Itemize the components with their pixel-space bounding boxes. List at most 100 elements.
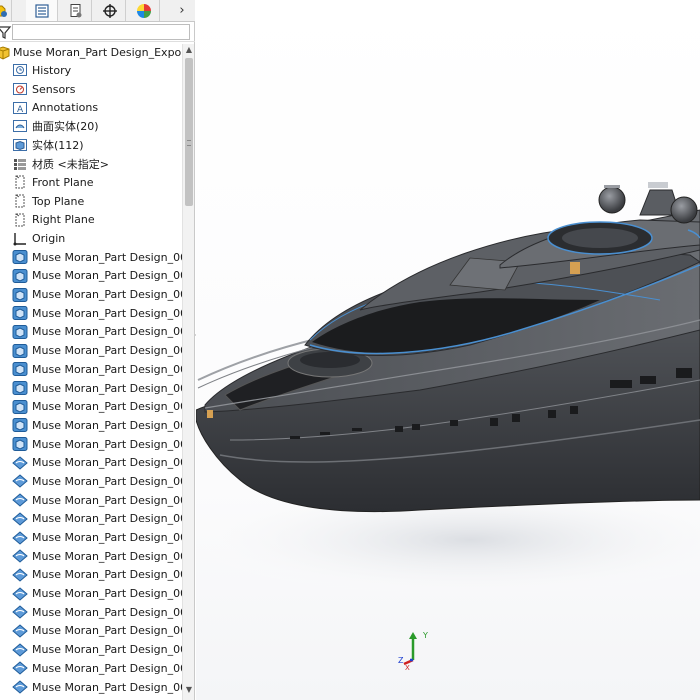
- tab-overflow-chevron-icon[interactable]: ›: [170, 0, 194, 21]
- tree-item[interactable]: Muse Moran_Part Design_005: [0, 397, 182, 416]
- tree-item-label: Muse Moran_Part Design_005: [32, 362, 182, 376]
- feature-tree: History Sensors A Annotations 曲面实体(20) 实体(112…: [0, 61, 182, 696]
- tab-feature-manager[interactable]: [0, 0, 12, 21]
- tree-item[interactable]: Muse Moran_Part Design_005: [0, 622, 182, 641]
- tree-item[interactable]: Front Plane: [0, 173, 182, 192]
- tab-dimxpert-manager[interactable]: [94, 0, 126, 21]
- imported-surface-icon: [12, 530, 28, 546]
- tab-configuration-manager[interactable]: [60, 0, 92, 21]
- tree-item[interactable]: 实体(112): [0, 136, 182, 155]
- tab-property-manager[interactable]: [26, 0, 58, 21]
- tree-item-label: 实体(112): [32, 139, 84, 153]
- x-axis-label: X: [405, 664, 410, 670]
- tree-item-label: Origin: [32, 232, 66, 246]
- tree-item[interactable]: 曲面实体(20): [0, 117, 182, 136]
- scroll-up-arrow-icon[interactable]: ▲: [183, 44, 195, 56]
- tree-item-label: Muse Moran_Part Design_005: [32, 512, 182, 526]
- feature-manager-panel: › Muse Moran_Part Design_Export I Histor…: [0, 0, 195, 700]
- graphics-viewport[interactable]: Y Z X: [196, 0, 700, 700]
- tree-item[interactable]: History: [0, 61, 182, 80]
- tree-item[interactable]: Sensors: [0, 80, 182, 99]
- tree-item[interactable]: Right Plane: [0, 211, 182, 230]
- tree-item[interactable]: Muse Moran_Part Design_005: [0, 267, 182, 286]
- tree-item[interactable]: Muse Moran_Part Design_005: [0, 678, 182, 697]
- tree-item-label: Muse Moran_Part Design_005: [32, 568, 182, 582]
- imported-surface-icon: [12, 511, 28, 527]
- tree-item[interactable]: Muse Moran_Part Design_005: [0, 510, 182, 529]
- tree-filter-row: [0, 22, 195, 42]
- imported-solid-icon: [12, 305, 28, 321]
- tree-item[interactable]: Muse Moran_Part Design_005: [0, 248, 182, 267]
- tree-item-label: Muse Moran_Part Design_005: [32, 418, 182, 432]
- y-axis-head: [409, 632, 417, 639]
- tree-item[interactable]: Muse Moran_Part Design_005: [0, 472, 182, 491]
- radar-dome-cap: [604, 185, 620, 188]
- imported-solid-icon: [12, 380, 28, 396]
- tree-item-label: Muse Moran_Part Design_005: [32, 587, 182, 601]
- tree-item[interactable]: Top Plane: [0, 192, 182, 211]
- tree-scrollbar[interactable]: ▲ ▼: [182, 44, 194, 700]
- feature-tree-icon: [0, 5, 7, 17]
- panel-tab-bar: ›: [0, 0, 195, 22]
- property-list-icon: [34, 3, 49, 18]
- scroll-down-arrow-icon[interactable]: ▼: [183, 684, 195, 696]
- tree-item[interactable]: Muse Moran_Part Design_005: [0, 360, 182, 379]
- imported-surface-icon: [12, 473, 28, 489]
- tab-display-manager[interactable]: [128, 0, 160, 21]
- tree-item-label: Muse Moran_Part Design_005: [32, 400, 182, 414]
- tree-item[interactable]: Muse Moran_Part Design_005: [0, 491, 182, 510]
- imported-solid-icon: [12, 287, 28, 303]
- tree-item[interactable]: Muse Moran_Part Design_005: [0, 528, 182, 547]
- tree-item-label: Muse Moran_Part Design_005: [32, 531, 182, 545]
- tree-item[interactable]: Muse Moran_Part Design_005: [0, 304, 182, 323]
- tree-item[interactable]: Muse Moran_Part Design_005: [0, 566, 182, 585]
- imported-surface-icon: [12, 455, 28, 471]
- tree-filter-input[interactable]: [12, 24, 190, 40]
- tree-item[interactable]: Muse Moran_Part Design_005: [0, 603, 182, 622]
- yacht-model[interactable]: [196, 0, 700, 700]
- flybridge-table: [562, 228, 638, 248]
- radar-bar: [648, 182, 668, 188]
- tree-item[interactable]: Muse Moran_Part Design_005: [0, 453, 182, 472]
- configuration-icon: [70, 3, 81, 17]
- reference-triad: Y Z X: [398, 631, 428, 670]
- tree-item[interactable]: Origin: [0, 229, 182, 248]
- imported-solid-icon: [12, 417, 28, 433]
- tree-root-part[interactable]: Muse Moran_Part Design_Export I: [0, 44, 185, 61]
- tree-item[interactable]: 材质 <未指定>: [0, 154, 182, 173]
- tree-item-label: Muse Moran_Part Design_005: [32, 456, 182, 470]
- imported-surface-icon: [12, 679, 28, 695]
- tree-item-label: Annotations: [32, 101, 99, 115]
- imported-solid-icon: [12, 268, 28, 284]
- tree-item[interactable]: Muse Moran_Part Design_005: [0, 435, 182, 454]
- imported-solid-icon: [12, 399, 28, 415]
- tree-item[interactable]: Muse Moran_Part Design_005: [0, 584, 182, 603]
- tree-item-label: Muse Moran_Part Design_005: [32, 624, 182, 638]
- tree-item[interactable]: Muse Moran_Part Design_005: [0, 323, 182, 342]
- annotations-icon: A: [12, 100, 28, 116]
- tree-item-label: Top Plane: [32, 194, 85, 208]
- solid-bodies-folder-icon: [12, 137, 28, 153]
- tree-item[interactable]: A Annotations: [0, 98, 182, 117]
- surface-bodies-folder-icon: [12, 118, 28, 134]
- imported-solid-icon: [12, 324, 28, 340]
- tree-item[interactable]: Muse Moran_Part Design_005: [0, 285, 182, 304]
- plane-icon: [12, 193, 28, 209]
- imported-surface-icon: [12, 623, 28, 639]
- tree-item[interactable]: Muse Moran_Part Design_005: [0, 547, 182, 566]
- scroll-thumb[interactable]: [185, 58, 193, 206]
- svg-text:A: A: [17, 105, 24, 115]
- filter-icon[interactable]: [0, 25, 12, 39]
- history-folder-icon: [12, 62, 28, 78]
- sensors-icon: [12, 81, 28, 97]
- imported-surface-icon: [12, 548, 28, 564]
- tree-item[interactable]: Muse Moran_Part Design_005: [0, 341, 182, 360]
- tree-root-label: Muse Moran_Part Design_Export I: [13, 46, 185, 59]
- scroll-grip-icon: [187, 140, 191, 146]
- imported-surface-icon: [12, 492, 28, 508]
- tree-item-label: Muse Moran_Part Design_005: [32, 325, 182, 339]
- tree-item[interactable]: Muse Moran_Part Design_005: [0, 659, 182, 678]
- tree-item[interactable]: Muse Moran_Part Design_005: [0, 416, 182, 435]
- tree-item[interactable]: Muse Moran_Part Design_005: [0, 640, 182, 659]
- tree-item[interactable]: Muse Moran_Part Design_005: [0, 379, 182, 398]
